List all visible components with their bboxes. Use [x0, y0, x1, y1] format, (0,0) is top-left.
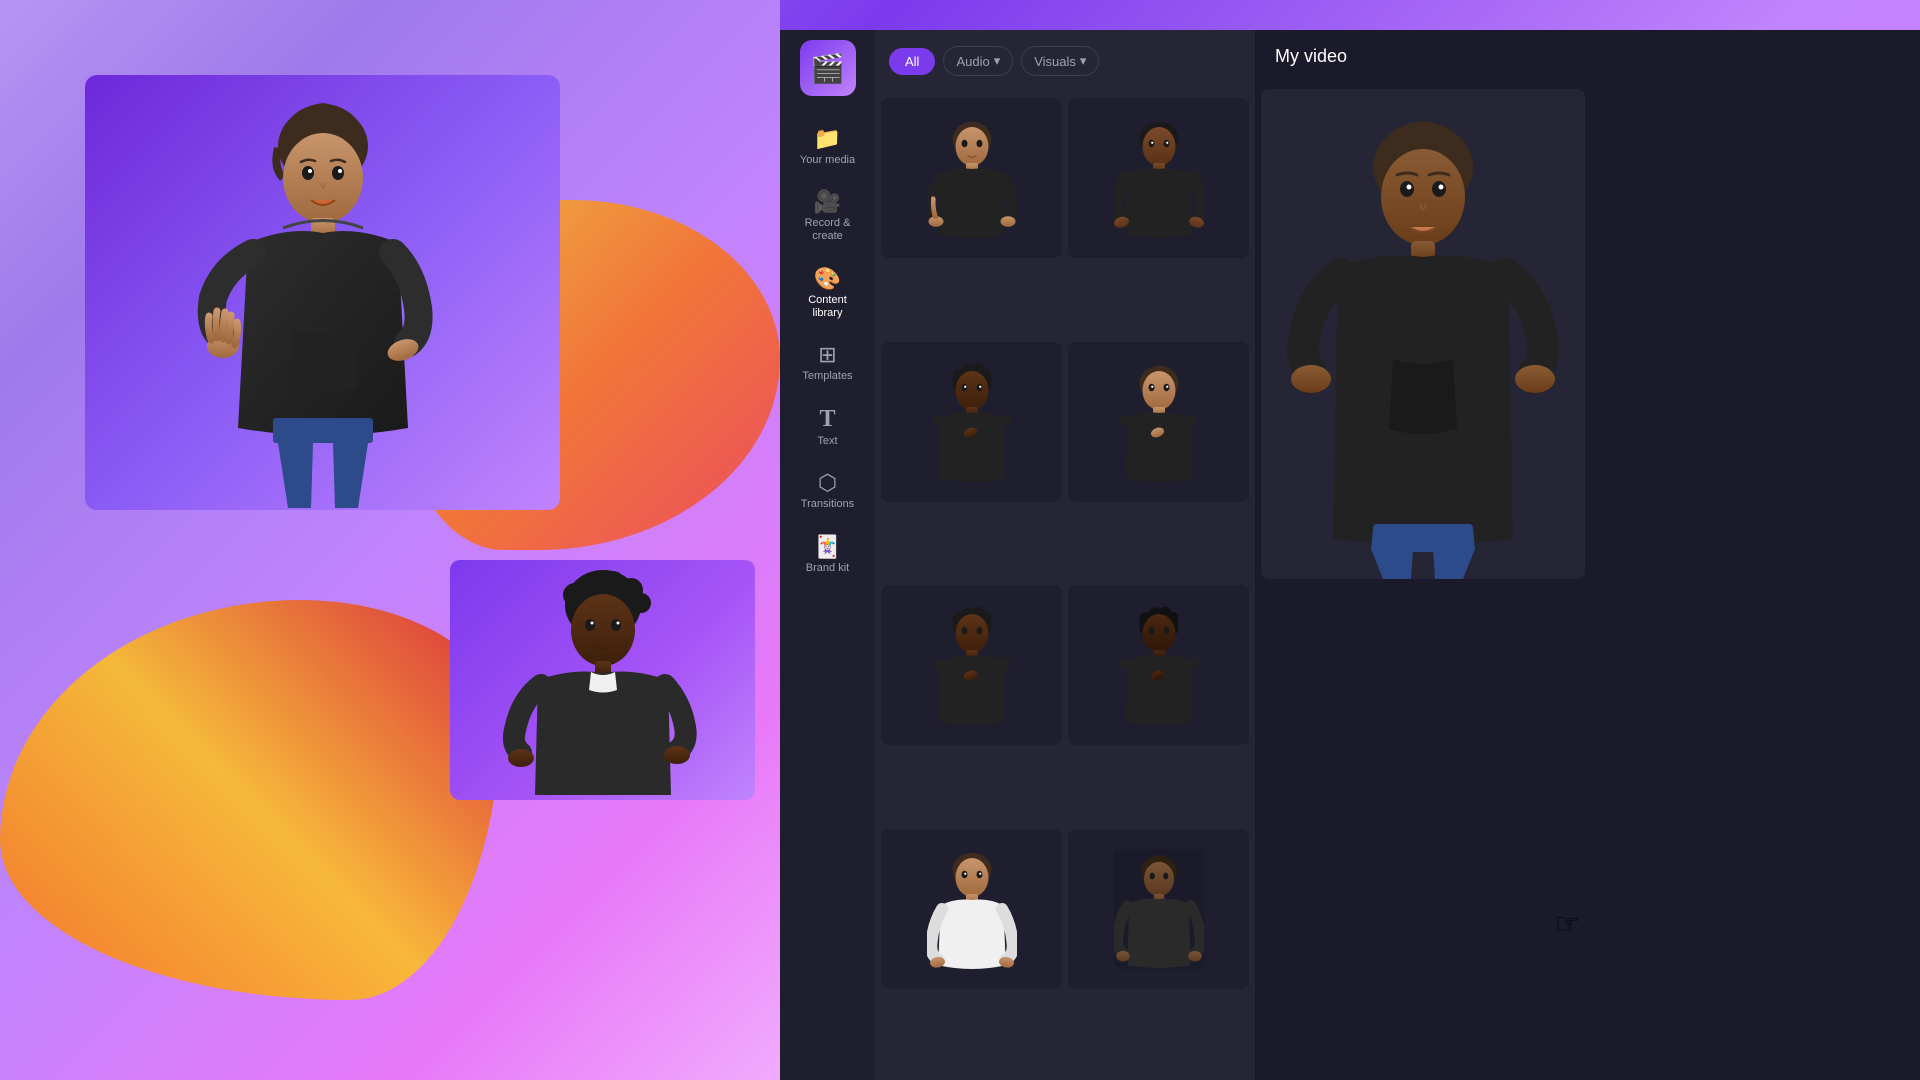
main-video-card	[85, 75, 560, 510]
content-library-icon: 🎨	[814, 268, 841, 290]
sidebar-item-your-media[interactable]: 📁 Your media	[785, 116, 870, 179]
filter-bar: All Audio ▾ Visuals ▾	[875, 30, 1255, 92]
sidebar-item-record-create[interactable]: 🎥 Record &create	[785, 179, 870, 255]
sidebar-item-text[interactable]: T Text	[785, 395, 870, 460]
sidebar-item-templates[interactable]: ⊞ Templates	[785, 332, 870, 395]
avatar-card-4[interactable]	[1068, 342, 1249, 502]
avatar-card-1[interactable]	[881, 98, 1062, 258]
right-panel: My video	[1255, 30, 1920, 1080]
avatar-7-svg	[927, 849, 1017, 969]
small-avatar-svg	[503, 565, 703, 795]
sidebar: 🎬 📁 Your media 🎥 Record &create 🎨 Conten…	[780, 30, 875, 1080]
sidebar-item-transitions[interactable]: ⬡ Transitions	[785, 460, 870, 523]
small-video-card	[450, 560, 755, 800]
avatar-card-6[interactable]	[1068, 585, 1249, 745]
avatar-3-svg	[927, 362, 1017, 482]
sidebar-item-content-library[interactable]: 🎨 Contentlibrary	[785, 256, 870, 332]
templates-icon: ⊞	[818, 344, 836, 366]
avatar-2-svg	[1114, 118, 1204, 238]
sidebar-item-label: Brand kit	[806, 562, 849, 575]
sidebar-item-label: Transitions	[801, 498, 854, 511]
right-card-1[interactable]	[1261, 89, 1585, 579]
sidebar-item-brand-kit[interactable]: 🃏 Brand kit	[785, 524, 870, 587]
main-avatar-svg	[193, 78, 453, 508]
visuals-chevron-icon: ▾	[1080, 53, 1087, 69]
filter-visuals-button[interactable]: Visuals ▾	[1021, 46, 1099, 76]
avatar-card-3[interactable]	[881, 342, 1062, 502]
my-video-title: My video	[1275, 46, 1347, 66]
avatar-5-svg	[927, 605, 1017, 725]
avatar-grid	[875, 92, 1255, 1072]
filter-audio-label: Audio	[956, 54, 989, 69]
sidebar-item-label: Record &create	[805, 217, 851, 243]
right-panel-content	[1255, 83, 1920, 585]
audio-chevron-icon: ▾	[994, 53, 1001, 69]
filter-audio-button[interactable]: Audio ▾	[943, 46, 1013, 76]
avatar-1-svg	[927, 118, 1017, 238]
sidebar-item-label: Your media	[800, 154, 855, 167]
filter-all-button[interactable]: All	[889, 48, 935, 75]
text-icon: T	[819, 407, 835, 431]
sidebar-item-label: Contentlibrary	[808, 294, 847, 320]
avatar-8-svg	[1114, 849, 1204, 969]
cursor-pointer: ☞	[1555, 907, 1580, 940]
preview-area	[0, 0, 780, 1080]
folder-icon: 📁	[814, 128, 841, 150]
record-icon: 🎥	[814, 191, 841, 213]
avatar-card-5[interactable]	[881, 585, 1062, 745]
sidebar-item-label: Text	[817, 435, 837, 448]
transitions-icon: ⬡	[818, 472, 837, 494]
right-avatar-svg	[1283, 89, 1563, 579]
avatar-card-7[interactable]	[881, 829, 1062, 989]
right-panel-header: My video	[1255, 30, 1920, 83]
logo: 🎬	[800, 40, 856, 96]
avatar-4-svg	[1114, 362, 1204, 482]
avatar-6-svg	[1114, 605, 1204, 725]
main-panel: All Audio ▾ Visuals ▾	[875, 30, 1255, 1080]
filter-visuals-label: Visuals	[1034, 54, 1076, 69]
avatar-card-2[interactable]	[1068, 98, 1249, 258]
avatar-card-8[interactable]	[1068, 829, 1249, 989]
sidebar-item-label: Templates	[802, 370, 852, 383]
logo-icon: 🎬	[810, 52, 845, 85]
brand-kit-icon: 🃏	[814, 536, 841, 558]
